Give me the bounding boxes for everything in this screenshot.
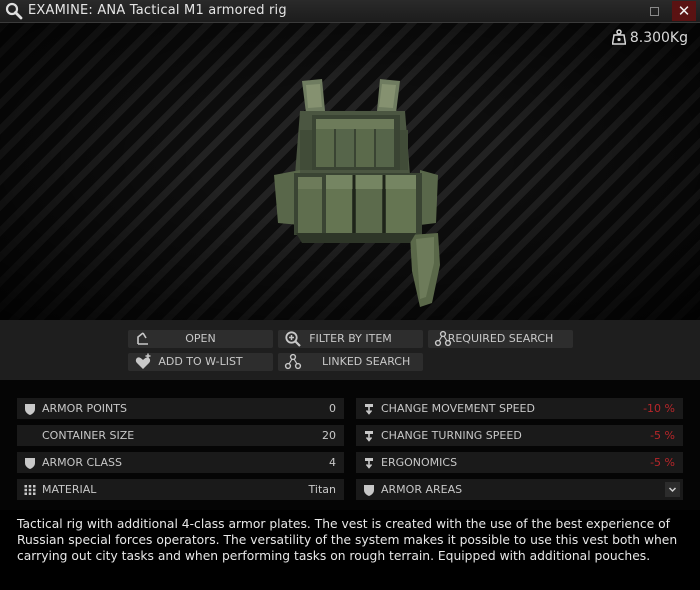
stat-value: -5 %: [650, 456, 675, 469]
item-description: Tactical rig with additional 4-class arm…: [17, 517, 678, 563]
stat-value: -10 %: [643, 402, 675, 415]
add-to-wishlist-button[interactable]: ADD TO W-LIST: [128, 353, 273, 371]
stat-label: ARMOR AREAS: [381, 483, 463, 496]
linked-search-button[interactable]: LINKED SEARCH: [278, 353, 423, 371]
chevron-down-icon: [668, 487, 677, 493]
stat-value: Titan: [308, 483, 336, 496]
add-to-wishlist-label: ADD TO W-LIST: [158, 355, 243, 368]
stat-armor-areas[interactable]: ARMOR AREAS: [356, 479, 683, 500]
stat-armor-points: ARMOR POINTS 0: [17, 398, 344, 419]
item-weight: 8.300Kg: [611, 29, 688, 46]
filter-by-item-label: FILTER BY ITEM: [309, 332, 392, 345]
stat-value: 4: [329, 456, 336, 469]
stat-material: MATERIAL Titan: [17, 479, 344, 500]
weight-icon: [365, 404, 373, 415]
item-preview[interactable]: 8.300Kg: [0, 23, 700, 320]
open-button[interactable]: OPEN: [128, 330, 273, 348]
stat-label: CONTAINER SIZE: [42, 429, 135, 442]
examine-window: EXAMINE: ANA Tactical M1 armored rig ✕ 8…: [0, 0, 700, 590]
stat-label: CHANGE TURNING SPEED: [381, 429, 522, 442]
shield-icon: [25, 458, 35, 469]
filter-by-item-button[interactable]: FILTER BY ITEM: [278, 330, 423, 348]
stat-change-movement-speed: CHANGE MOVEMENT SPEED -10 %: [356, 398, 683, 419]
stat-armor-class: ARMOR CLASS 4: [17, 452, 344, 473]
required-search-button[interactable]: REQUIRED SEARCH: [428, 330, 573, 348]
title-bar[interactable]: EXAMINE: ANA Tactical M1 armored rig ✕: [0, 0, 700, 23]
weight-icon: [611, 29, 626, 45]
stat-label: ARMOR CLASS: [42, 456, 123, 469]
stat-value: 0: [329, 402, 336, 415]
shield-icon: [25, 404, 35, 415]
window-title: EXAMINE: ANA Tactical M1 armored rig: [28, 3, 287, 18]
close-button[interactable]: ✕: [672, 1, 696, 21]
armored-rig-image: [274, 79, 440, 307]
material-grid-icon: [24, 485, 36, 495]
magnifier-icon: [5, 2, 23, 20]
linked-search-label: LINKED SEARCH: [322, 355, 411, 368]
stat-value: -5 %: [650, 429, 675, 442]
weight-value: 8.300Kg: [629, 30, 688, 46]
required-search-label: REQUIRED SEARCH: [447, 332, 554, 345]
stat-change-turning-speed: CHANGE TURNING SPEED -5 %: [356, 425, 683, 446]
weight-icon: [365, 458, 373, 469]
weight-icon: [365, 431, 373, 442]
stat-label: CHANGE MOVEMENT SPEED: [381, 402, 535, 415]
stat-container-size: CONTAINER SIZE 20: [17, 425, 344, 446]
stat-ergonomics: ERGONOMICS -5 %: [356, 452, 683, 473]
minimize-button[interactable]: [650, 7, 659, 16]
stats-panel: ARMOR POINTS 0 CONTAINER SIZE 20 ARMOR C…: [0, 380, 700, 510]
armor-areas-expand-button[interactable]: [665, 482, 680, 497]
stat-label: MATERIAL: [42, 483, 97, 496]
shield-icon: [364, 485, 374, 496]
open-label: OPEN: [185, 332, 216, 345]
stat-label: ARMOR POINTS: [42, 402, 127, 415]
stat-value: 20: [322, 429, 336, 442]
action-bar: OPEN FILTER BY ITEM REQUIRED SEARCH ADD …: [0, 320, 700, 380]
stat-label: ERGONOMICS: [381, 456, 458, 469]
